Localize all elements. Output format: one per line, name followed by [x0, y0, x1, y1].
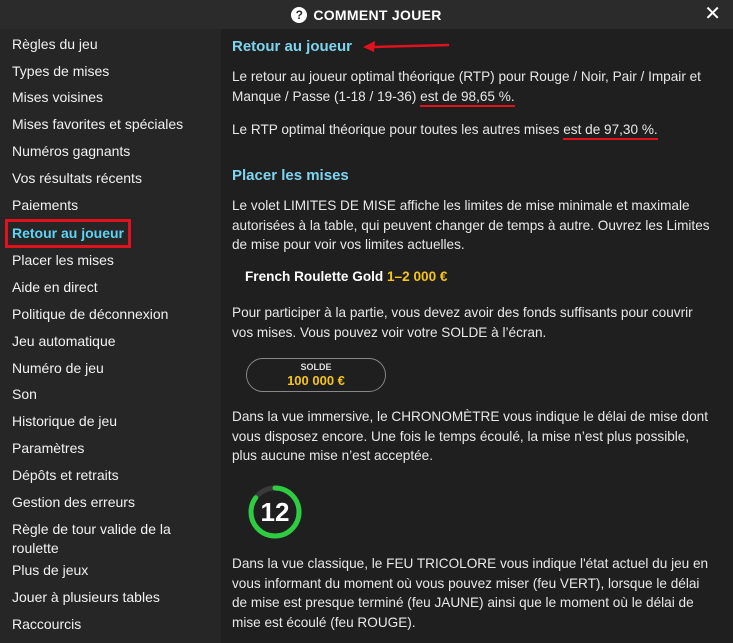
balance-widget: SOLDE 100 000 € — [246, 358, 386, 392]
sidebar-item-label: Dépôts et retraits — [12, 466, 119, 483]
sidebar-item-label: Règle de tour valide de la roulette — [12, 520, 171, 556]
close-icon[interactable]: ✕ — [704, 3, 721, 25]
sidebar-item[interactable]: Paramètres — [0, 435, 221, 462]
sidebar-item[interactable]: Règle de tour valide de la roulette — [0, 516, 221, 558]
sidebar-item[interactable]: Mises voisines — [0, 85, 221, 112]
sidebar-item-label: Aide en direct — [12, 279, 98, 296]
sidebar-item[interactable]: Placer les mises — [0, 248, 221, 275]
help-icon: ? — [291, 6, 308, 23]
sidebar-item-label: Jeu automatique — [12, 332, 116, 349]
header-title-wrap: ? COMMENT JOUER — [291, 6, 442, 23]
table-limit-range: 1–2 000 € — [387, 269, 448, 284]
sidebar-item[interactable]: Raccourcis — [0, 611, 221, 638]
table-limit-line: French Roulette Gold 1–2 000 € — [245, 269, 447, 284]
sidebar-item[interactable]: Numéros gagnants — [0, 138, 221, 165]
sidebar-item[interactable]: Jouer à plusieurs tables — [0, 584, 221, 611]
sidebar-item-label: Plus de jeux — [12, 562, 89, 579]
rtp-p2-value: est de 97,30 %. — [563, 122, 658, 140]
sidebar-item-label: Placer les mises — [12, 252, 114, 269]
sidebar-item[interactable]: Aide en direct — [0, 274, 221, 301]
bets-paragraph-4: Dans la vue classique, le FEU TRICOLORE … — [232, 556, 709, 630]
sidebar-item-label: Mises favorites et spéciales — [12, 116, 184, 133]
sidebar-item-label: Historique de jeu — [12, 413, 118, 430]
sidebar-item-label: Vos résultats récents — [12, 169, 142, 186]
rtp-paragraph-1: Le retour au joueur optimal théorique (R… — [232, 67, 712, 107]
rtp-paragraph-2: Le RTP optimal théorique pour toutes les… — [232, 120, 712, 140]
bets-paragraph-2: Pour participer à la partie, vous devez … — [232, 305, 693, 340]
balance-value: 100 000 € — [287, 373, 345, 388]
sidebar-item-label: Mises voisines — [12, 89, 104, 106]
dialog-title: COMMENT JOUER — [313, 6, 442, 23]
red-arrow-annotation — [363, 41, 450, 52]
sidebar-item-label: Types de mises — [12, 62, 110, 79]
table-name: French Roulette Gold — [245, 269, 384, 284]
sidebar-item[interactable]: Types de mises — [0, 58, 221, 85]
sidebar-item-label: Son — [12, 386, 37, 403]
balance-label: SOLDE — [300, 362, 332, 372]
rtp-p2-text: Le RTP optimal théorique pour toutes les… — [232, 122, 564, 137]
sidebar-item[interactable]: Plus de jeux — [0, 558, 221, 585]
rtp-p1-value: est de 98,65 %. — [420, 88, 515, 107]
sidebar-item[interactable]: Numéro de jeu — [0, 355, 221, 382]
sidebar-nav: Règles du jeu Types de mises Mises voisine… — [0, 29, 221, 643]
sidebar-item[interactable]: Jeu automatique — [0, 328, 221, 355]
sidebar-item[interactable]: Gestion des erreurs — [0, 489, 221, 516]
help-content: Retour au joueur Le retour au joueur opt… — [221, 29, 733, 643]
timer-value: 12 — [260, 496, 290, 527]
dialog-header: ? COMMENT JOUER ✕ — [0, 0, 733, 29]
sidebar-item-label: Règles du jeu — [12, 35, 98, 52]
sidebar-item-label: Numéros gagnants — [12, 143, 131, 160]
sidebar-item[interactable]: Règles du jeu — [0, 31, 221, 58]
section-title-bets: Placer les mises — [232, 167, 349, 184]
sidebar-item[interactable]: Politique de déconnexion — [0, 301, 221, 328]
sidebar-item-label: Paramètres — [12, 440, 85, 457]
sidebar-item[interactable]: Mises favorites et spéciales — [0, 111, 221, 138]
sidebar-item-label: Retour au joueur — [5, 218, 132, 248]
bets-paragraph-1: Le volet LIMITES DE MISE affiche les lim… — [232, 198, 710, 252]
section-title-rtp: Retour au joueur — [232, 38, 353, 55]
sidebar-item-label: Jouer à plusieurs tables — [12, 589, 160, 606]
sidebar-item[interactable]: Vos résultats récents — [0, 165, 221, 192]
sidebar-item-label: Gestion des erreurs — [12, 493, 135, 510]
sidebar-item[interactable]: Son — [0, 382, 221, 409]
sidebar-item-label: Paiements — [12, 196, 79, 213]
bets-paragraph-3: Dans la vue immersive, le CHRONOMÈTRE vo… — [232, 409, 708, 463]
sidebar-item-label: Raccourcis — [12, 616, 82, 633]
sidebar-item-label: Politique de déconnexion — [12, 306, 169, 323]
sidebar-item-label: Numéro de jeu — [12, 359, 104, 376]
sidebar-item[interactable]: Retour au joueur — [0, 218, 221, 248]
sidebar-item[interactable]: Historique de jeu — [0, 408, 221, 435]
sidebar-item[interactable]: Dépôts et retraits — [0, 462, 221, 489]
sidebar-item[interactable]: Paiements — [0, 192, 221, 219]
